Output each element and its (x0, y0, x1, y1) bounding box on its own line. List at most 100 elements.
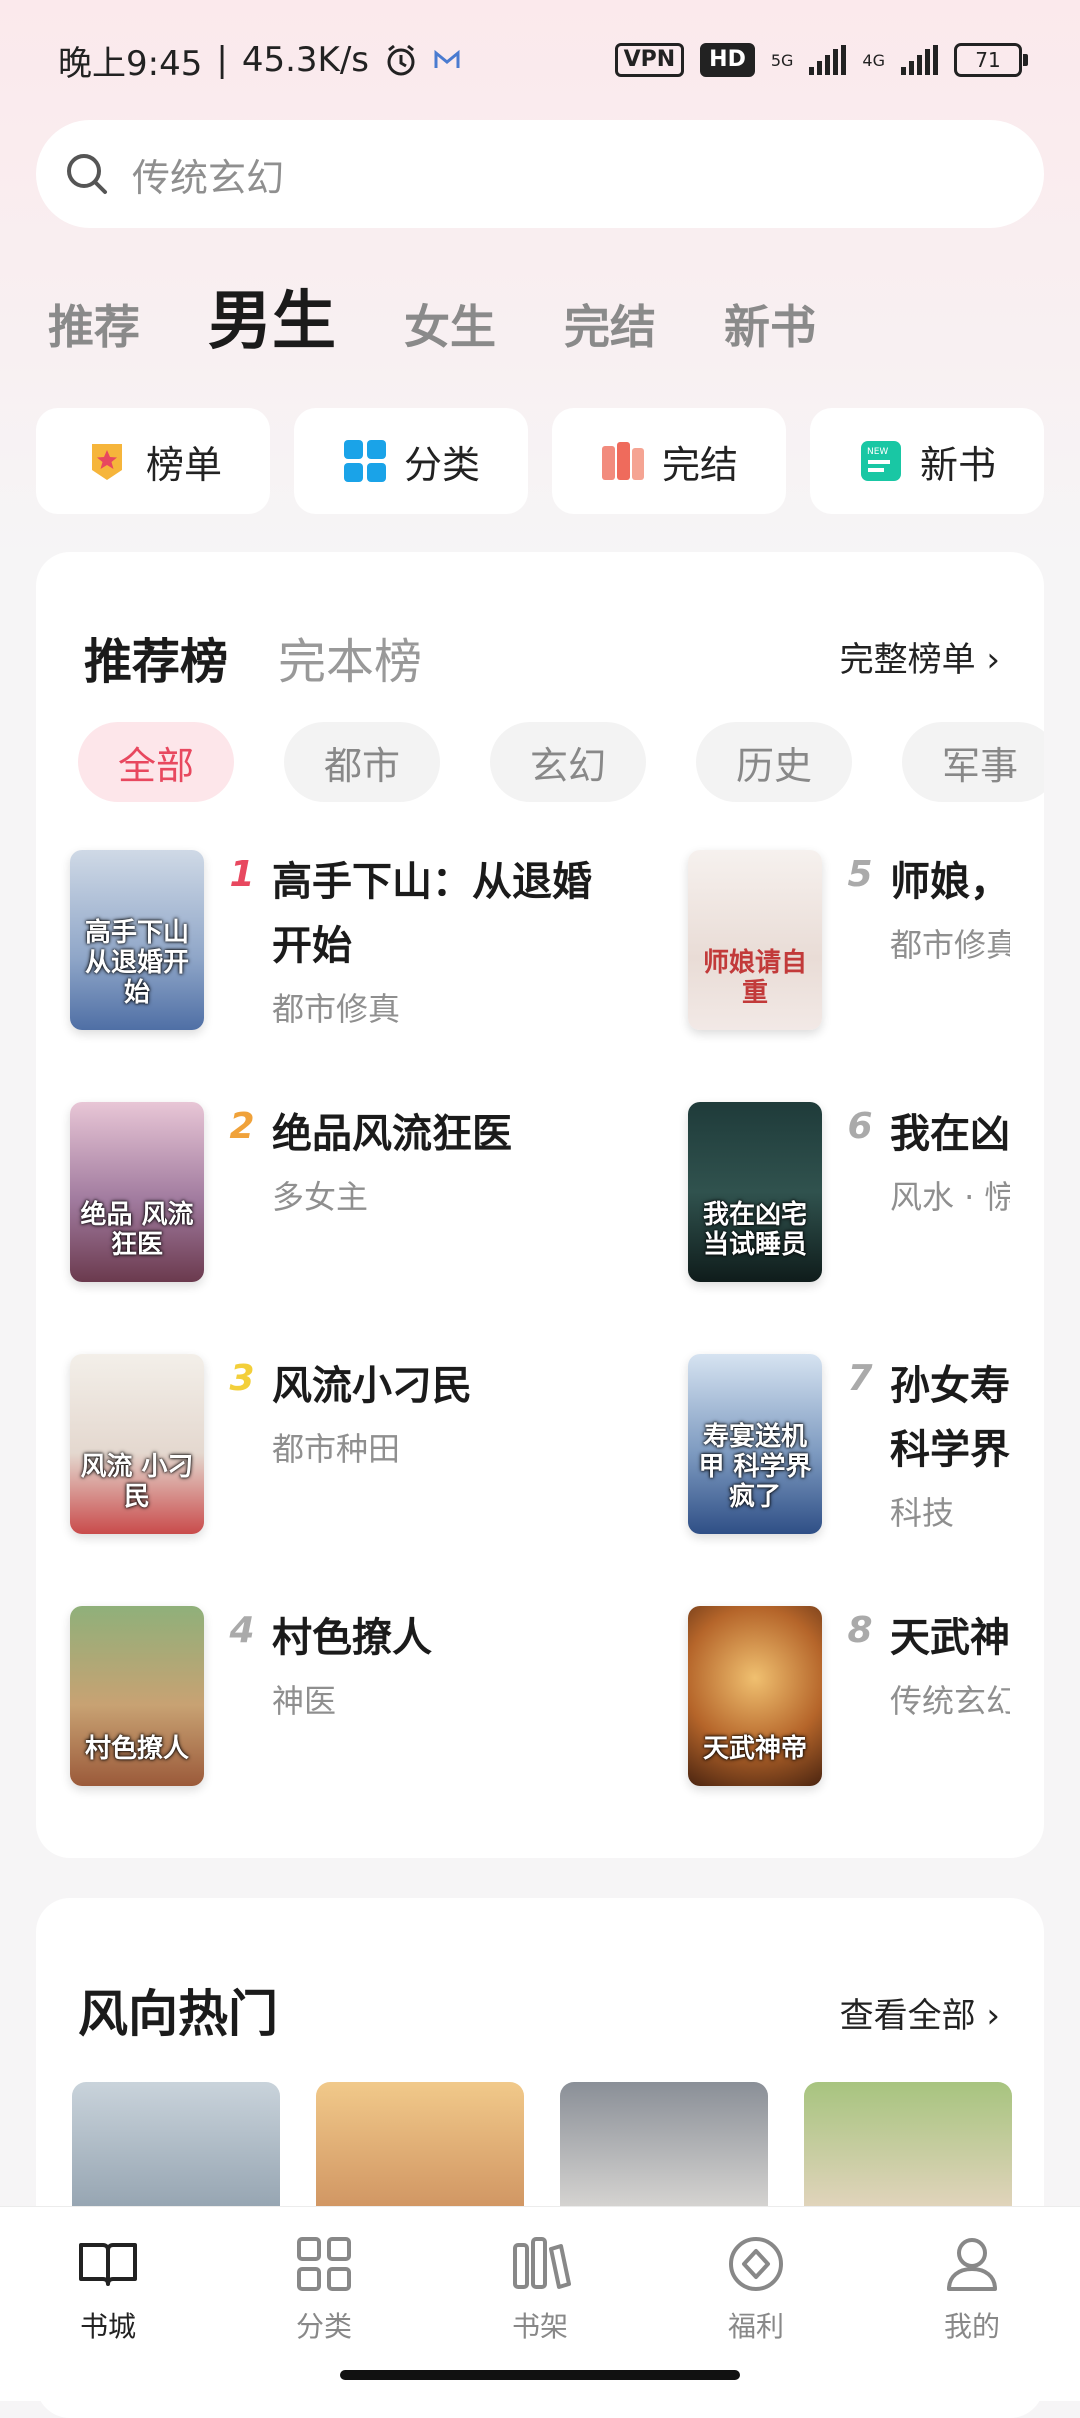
nav-bookstore-label: 书城 (79, 2310, 136, 2343)
nav-bookshelf-label: 书架 (511, 2310, 568, 2343)
book-cover: 我在凶宅 当试睡员 (688, 1102, 822, 1282)
new-book-icon: NEW (860, 441, 901, 481)
full-ranking-link[interactable]: 完整榜单 › (840, 632, 1000, 681)
quick-entries: 榜单 分类 完结 NEW 新书 (36, 408, 1044, 514)
mail-icon (434, 49, 460, 68)
book-item[interactable]: 师娘请自重 5 师娘， 都市修真 (688, 850, 1044, 1040)
view-all-link[interactable]: 查看全部 › (840, 1988, 1000, 2037)
book-cover: 天武神帝 (688, 1606, 822, 1786)
tab-female[interactable]: 女生 (404, 291, 496, 357)
book-tag: 传统玄幻 (890, 1682, 1010, 1720)
trending-title: 风向热门 (78, 1985, 278, 2043)
book-title-line2: 科学界 (890, 1427, 1010, 1473)
book-title: 高手下山：从退婚开始 (272, 859, 592, 969)
rank-number: 2 (229, 1106, 255, 1147)
tab-finished[interactable]: 完结 (564, 291, 656, 357)
book-tag: 多女主 (272, 1178, 369, 1216)
filter-urban[interactable]: 都市 (284, 722, 440, 802)
rank-number: 6 (847, 1106, 873, 1147)
status-divider: | (216, 40, 228, 80)
book-tag: 神医 (272, 1682, 337, 1720)
battery-icon: 71 (954, 43, 1028, 77)
finished-button[interactable]: 完结 (552, 408, 786, 514)
search-placeholder: 传统玄幻 (132, 155, 285, 200)
nav-profile[interactable]: 我的 (864, 2207, 1080, 2401)
nav-welfare-label: 福利 (727, 2310, 784, 2343)
book-cover: 风流 小刁民 (70, 1354, 204, 1534)
search-bar[interactable]: 传统玄幻 (36, 120, 1044, 228)
book-item[interactable]: 天武神帝 8 天武神 传统玄幻 (688, 1606, 1044, 1796)
book-cover-title: 师娘请自重 (702, 948, 807, 1008)
book-cover: 高手下山 从退婚开始 (70, 850, 204, 1030)
book-tag: 都市修真 (890, 926, 1010, 964)
tab-male[interactable]: 男生 (208, 270, 336, 362)
ranking-list: 高手下山 从退婚开始 1 高手下山：从退婚开始 都市修真 绝品 风流狂医 2 绝… (36, 850, 1044, 1850)
signal-icon (809, 45, 847, 75)
book-title: 村色撩人 (272, 1615, 432, 1661)
network-5g-label: 5G (770, 50, 794, 70)
rank-number: 4 (229, 1610, 255, 1651)
rank-number: 5 (847, 854, 873, 895)
book-title: 孙女寿 (890, 1363, 1010, 1409)
book-cover: 绝品 风流狂医 (70, 1102, 204, 1282)
book-cover: 寿宴送机甲 科学界疯了 (688, 1354, 822, 1534)
category-grid-icon (343, 440, 386, 482)
filter-fantasy[interactable]: 玄幻 (490, 722, 646, 802)
book-title: 风流小刁民 (272, 1363, 472, 1409)
ranking-card: 推荐榜 完本榜 完整榜单 › 全部 都市 玄幻 历史 军事 高手下山 从退婚开始… (36, 552, 1044, 1858)
books-icon (601, 442, 644, 480)
book-cover-title: 我在凶宅 当试睡员 (702, 1200, 807, 1260)
ranking-button[interactable]: 榜单 (36, 408, 270, 514)
category-label: 分类 (403, 442, 480, 487)
rank-number: 8 (847, 1610, 873, 1651)
svg-text:NEW: NEW (867, 447, 888, 457)
genre-filters: 全部 都市 玄幻 历史 军事 (78, 722, 1044, 802)
book-tag: 都市修真 (272, 990, 401, 1028)
book-cover-title: 风流 小刁民 (80, 1452, 194, 1512)
ranking-star-icon (91, 444, 122, 480)
category-button[interactable]: 分类 (294, 408, 528, 514)
book-cover: 村色撩人 (70, 1606, 204, 1786)
network-4g-label: 4G (862, 50, 885, 70)
finished-label: 完结 (661, 442, 738, 487)
hd-badge: HD (700, 43, 755, 77)
book-tag: 都市种田 (272, 1430, 401, 1468)
book-item[interactable]: 寿宴送机甲 科学界疯了 7 孙女寿 科学界 科技 (688, 1354, 1044, 1544)
book-item[interactable]: 我在凶宅 当试睡员 6 我在凶 风水 · 惊 (688, 1102, 1044, 1292)
book-cover-title: 高手下山 从退婚开始 (84, 918, 189, 1008)
book-title: 我在凶 (890, 1111, 1010, 1157)
tab-recommend-rank[interactable]: 推荐榜 (84, 622, 228, 692)
book-item[interactable]: 高手下山 从退婚开始 1 高手下山：从退婚开始 都市修真 (70, 850, 630, 1040)
book-item[interactable]: 村色撩人 4 村色撩人 神医 (70, 1606, 630, 1796)
tab-new[interactable]: 新书 (724, 291, 816, 357)
book-title: 绝品风流狂医 (272, 1111, 512, 1157)
open-book-icon (79, 2243, 137, 2286)
filter-history[interactable]: 历史 (696, 722, 852, 802)
book-cover-title: 寿宴送机甲 科学界疯了 (698, 1422, 812, 1512)
book-tag: 风水 · 惊 (890, 1178, 1010, 1216)
book-title: 天武神 (890, 1615, 1010, 1661)
book-title: 师娘， (890, 859, 1010, 905)
new-books-label: 新书 (919, 442, 996, 487)
coin-icon (729, 2237, 783, 2291)
book-cover-title: 绝品 风流狂医 (80, 1200, 194, 1260)
home-indicator[interactable] (340, 2370, 740, 2380)
ranking-label: 榜单 (145, 442, 222, 487)
filter-all[interactable]: 全部 (78, 722, 234, 802)
tab-finished-rank[interactable]: 完本榜 (278, 622, 422, 692)
status-speed: 45.3K/s (241, 40, 369, 80)
vpn-badge: VPN (614, 43, 685, 77)
book-item[interactable]: 风流 小刁民 3 风流小刁民 都市种田 (70, 1354, 630, 1544)
status-time: 晚上9:45 (58, 43, 203, 84)
book-item[interactable]: 绝品 风流狂医 2 绝品风流狂医 多女主 (70, 1102, 630, 1292)
nav-bookstore[interactable]: 书城 (0, 2207, 216, 2401)
status-bar: 晚上9:45 | 45.3K/s VPN HD 5G 4G 71 (0, 0, 1080, 120)
book-cover: 师娘请自重 (688, 850, 822, 1030)
nav-category-label: 分类 (295, 2310, 352, 2343)
rank-number: 3 (229, 1358, 255, 1399)
grid-icon (297, 2237, 351, 2291)
tab-recommend[interactable]: 推荐 (48, 291, 140, 357)
search-icon (67, 154, 107, 194)
filter-military[interactable]: 军事 (902, 722, 1044, 802)
new-books-button[interactable]: NEW 新书 (810, 408, 1044, 514)
